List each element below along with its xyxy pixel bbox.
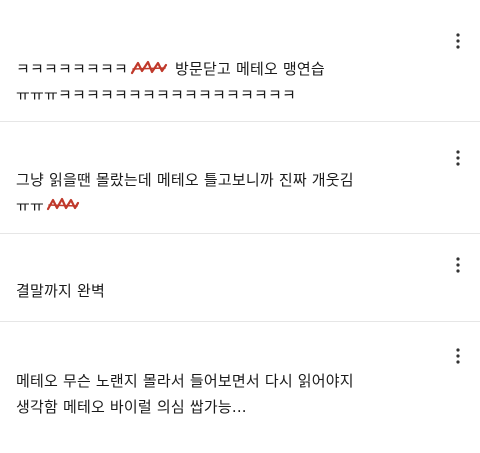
more-options-button[interactable] — [450, 254, 466, 276]
redaction-scribble-icon — [46, 197, 80, 211]
more-options-button[interactable] — [450, 147, 466, 169]
more-options-button[interactable] — [450, 345, 466, 367]
comment-item: ㅋㅋㅋㅋㅋㅋㅋㅋ 방문닫고 메테오 맹연습 ㅠㅠㅠㅋㅋㅋㅋㅋㅋㅋㅋㅋㅋㅋㅋㅋㅋㅋ… — [0, 0, 480, 122]
more-vertical-icon — [456, 150, 460, 166]
comment-list: ㅋㅋㅋㅋㅋㅋㅋㅋ 방문닫고 메테오 맹연습 ㅠㅠㅠㅋㅋㅋㅋㅋㅋㅋㅋㅋㅋㅋㅋㅋㅋㅋ… — [0, 0, 480, 453]
comment-line: 생각함 메테오 바이럴 의심 쌉가능... — [16, 398, 247, 416]
redaction-scribble-icon — [130, 60, 168, 75]
comment-text-segment: 방문닫고 메테오 맹연습 — [170, 60, 325, 78]
comment-text: 그냥 읽을땐 몰랐는데 메테오 틀고보니까 진짜 개웃김 ㅠㅠ — [16, 167, 430, 219]
comment-line: 메테오 무슨 노랜지 몰라서 들어보면서 다시 읽어야지 — [16, 372, 354, 390]
comment-line: ㅋㅋㅋㅋㅋㅋㅋㅋ 방문닫고 메테오 맹연습 — [16, 56, 430, 82]
comment-line: 결말까지 완벽 — [16, 282, 105, 300]
more-options-button[interactable] — [450, 30, 466, 52]
comment-text: 메테오 무슨 노랜지 몰라서 들어보면서 다시 읽어야지 생각함 메테오 바이럴… — [16, 368, 430, 420]
comment-line: ㅠㅠㅠㅋㅋㅋㅋㅋㅋㅋㅋㅋㅋㅋㅋㅋㅋㅋㅋㅋ — [16, 86, 297, 104]
comment-text-segment: ㅠㅠ — [16, 197, 45, 215]
comment-text: 결말까지 완벽 — [16, 278, 430, 304]
more-vertical-icon — [456, 33, 460, 49]
comment-item: 메테오 무슨 노랜지 몰라서 들어보면서 다시 읽어야지 생각함 메테오 바이럴… — [0, 322, 480, 453]
more-vertical-icon — [456, 257, 460, 273]
comment-item: 결말까지 완벽 — [0, 234, 480, 322]
comment-text-segment: ㅋㅋㅋㅋㅋㅋㅋㅋ — [16, 60, 129, 78]
comment-item: 그냥 읽을땐 몰랐는데 메테오 틀고보니까 진짜 개웃김 ㅠㅠ — [0, 122, 480, 234]
comment-text: ㅋㅋㅋㅋㅋㅋㅋㅋ 방문닫고 메테오 맹연습 ㅠㅠㅠㅋㅋㅋㅋㅋㅋㅋㅋㅋㅋㅋㅋㅋㅋㅋ… — [16, 56, 430, 108]
comment-line: 그냥 읽을땐 몰랐는데 메테오 틀고보니까 진짜 개웃김 — [16, 171, 354, 189]
more-vertical-icon — [456, 348, 460, 364]
comment-line: ㅠㅠ — [16, 193, 430, 219]
